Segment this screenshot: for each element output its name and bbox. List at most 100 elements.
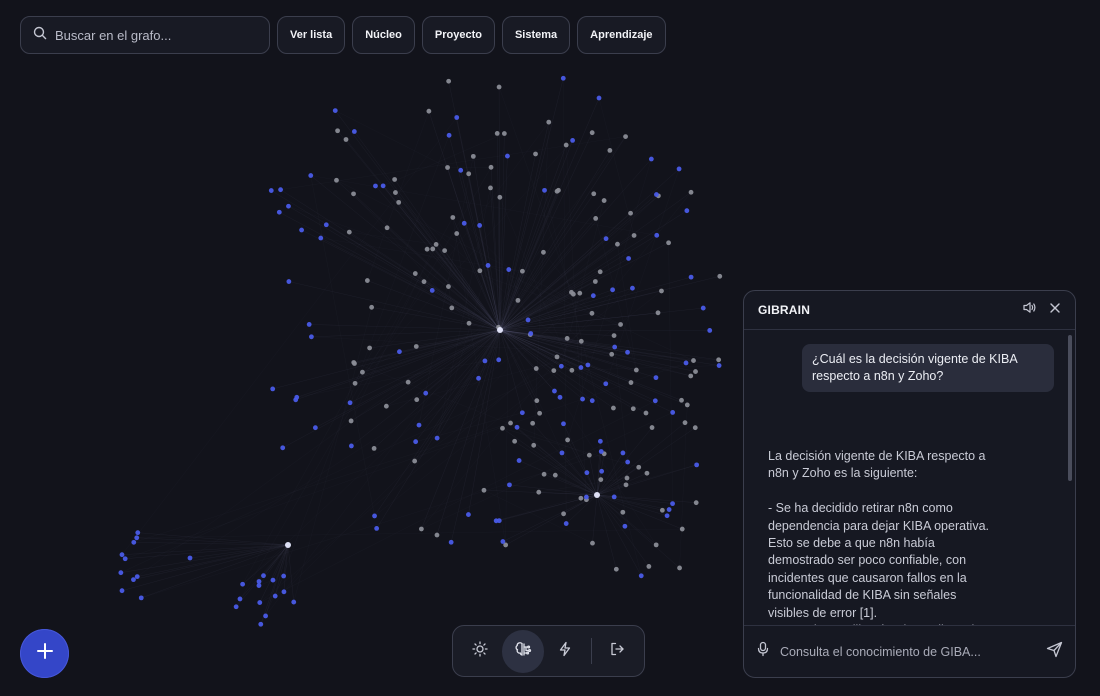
graph-node[interactable] bbox=[397, 349, 402, 355]
graph-node[interactable] bbox=[276, 209, 282, 215]
graph-node[interactable] bbox=[280, 445, 286, 451]
graph-node[interactable] bbox=[281, 589, 287, 595]
graph-node[interactable] bbox=[677, 565, 682, 571]
graph-node[interactable] bbox=[323, 222, 329, 228]
graph-node[interactable] bbox=[454, 231, 460, 236]
graph-node[interactable] bbox=[383, 403, 389, 409]
graph-node[interactable] bbox=[591, 191, 597, 197]
graph-node[interactable] bbox=[586, 452, 592, 458]
graph-node[interactable] bbox=[430, 246, 436, 252]
graph-node[interactable] bbox=[653, 375, 659, 381]
graph-node[interactable] bbox=[384, 225, 390, 231]
graph-node[interactable] bbox=[519, 410, 525, 416]
graph-node[interactable] bbox=[445, 165, 450, 170]
graph-node[interactable] bbox=[589, 130, 595, 136]
graph-node[interactable] bbox=[533, 366, 539, 371]
graph-node[interactable] bbox=[519, 268, 525, 274]
graph-node[interactable] bbox=[659, 288, 664, 294]
filter-proyecto-button[interactable]: Proyecto bbox=[421, 16, 495, 54]
graph-node[interactable] bbox=[648, 156, 654, 162]
graph-node[interactable] bbox=[585, 362, 591, 368]
graph-node[interactable] bbox=[580, 396, 585, 402]
graph-node[interactable] bbox=[396, 199, 402, 205]
graph-node[interactable] bbox=[429, 288, 435, 293]
graph-node[interactable] bbox=[286, 279, 292, 284]
graph-node[interactable] bbox=[569, 289, 574, 295]
graph-node[interactable] bbox=[233, 604, 239, 610]
graph-node[interactable] bbox=[625, 349, 630, 355]
graph-node[interactable] bbox=[528, 331, 534, 336]
graph-node[interactable] bbox=[299, 227, 304, 233]
graph-node[interactable] bbox=[285, 542, 291, 548]
graph-node[interactable] bbox=[652, 398, 658, 404]
graph-node[interactable] bbox=[541, 249, 546, 255]
graph-node[interactable] bbox=[537, 410, 543, 416]
graph-node[interactable] bbox=[433, 242, 439, 247]
graph-node[interactable] bbox=[643, 410, 649, 416]
graph-node[interactable] bbox=[597, 269, 603, 275]
graph-node[interactable] bbox=[135, 530, 141, 536]
graph-node[interactable] bbox=[256, 579, 262, 584]
graph-node[interactable] bbox=[335, 128, 340, 134]
graph-node[interactable] bbox=[556, 187, 561, 193]
graph-node[interactable] bbox=[346, 229, 352, 235]
graph-node[interactable] bbox=[679, 526, 685, 532]
graph-node[interactable] bbox=[514, 424, 520, 430]
graph-node[interactable] bbox=[270, 577, 276, 583]
graph-node[interactable] bbox=[534, 398, 540, 404]
graph-node[interactable] bbox=[477, 223, 483, 228]
graph-node[interactable] bbox=[506, 267, 512, 272]
graph-node[interactable] bbox=[561, 421, 566, 427]
graph-node[interactable] bbox=[392, 177, 398, 182]
graph-node[interactable] bbox=[318, 235, 324, 241]
graph-node[interactable] bbox=[434, 435, 440, 441]
graph-node[interactable] bbox=[343, 137, 349, 142]
graph-node[interactable] bbox=[552, 388, 557, 394]
graph-node[interactable] bbox=[516, 458, 522, 463]
graph-node[interactable] bbox=[500, 539, 506, 544]
graph-node[interactable] bbox=[654, 232, 660, 238]
graph-node[interactable] bbox=[603, 236, 609, 242]
graph-node[interactable] bbox=[594, 492, 600, 498]
graph-node[interactable] bbox=[623, 482, 629, 488]
graph-node[interactable] bbox=[653, 542, 659, 548]
graph-node[interactable] bbox=[122, 556, 128, 562]
graph-node[interactable] bbox=[257, 600, 263, 605]
graph-node[interactable] bbox=[286, 203, 291, 209]
graph-node[interactable] bbox=[609, 351, 615, 357]
graph-node[interactable] bbox=[351, 191, 356, 197]
graph-node[interactable] bbox=[533, 151, 538, 157]
graph-node[interactable] bbox=[557, 394, 563, 400]
graph-node[interactable] bbox=[569, 367, 575, 373]
graph-node[interactable] bbox=[530, 420, 536, 426]
graph-node[interactable] bbox=[418, 526, 424, 532]
graph-node[interactable] bbox=[501, 131, 507, 136]
graph-node[interactable] bbox=[554, 354, 560, 360]
graph-node[interactable] bbox=[470, 153, 476, 159]
graph-node[interactable] bbox=[624, 475, 630, 481]
graph-node[interactable] bbox=[412, 271, 418, 276]
graph-node[interactable] bbox=[646, 564, 652, 569]
graph-node[interactable] bbox=[454, 115, 460, 120]
graph-node[interactable] bbox=[644, 470, 650, 476]
graph-node[interactable] bbox=[493, 518, 499, 524]
graph-node[interactable] bbox=[551, 368, 557, 374]
graph-node[interactable] bbox=[693, 500, 699, 506]
graph-node[interactable] bbox=[505, 153, 510, 159]
graph-node[interactable] bbox=[494, 130, 500, 136]
graph-node[interactable] bbox=[607, 147, 613, 153]
graph-node[interactable] bbox=[636, 464, 642, 470]
graph-node[interactable] bbox=[496, 84, 502, 90]
graph-node[interactable] bbox=[655, 310, 661, 316]
graph-node[interactable] bbox=[552, 472, 558, 478]
graph-node[interactable] bbox=[688, 274, 694, 280]
graph-node[interactable] bbox=[424, 246, 430, 252]
graph-node[interactable] bbox=[482, 358, 488, 364]
graph-node[interactable] bbox=[272, 593, 278, 599]
graph-node[interactable] bbox=[558, 363, 564, 369]
graph-node[interactable] bbox=[618, 322, 623, 327]
graph-node[interactable] bbox=[633, 367, 639, 373]
graph-node[interactable] bbox=[630, 285, 635, 291]
graph-node[interactable] bbox=[611, 333, 617, 339]
graph-node[interactable] bbox=[578, 495, 584, 501]
